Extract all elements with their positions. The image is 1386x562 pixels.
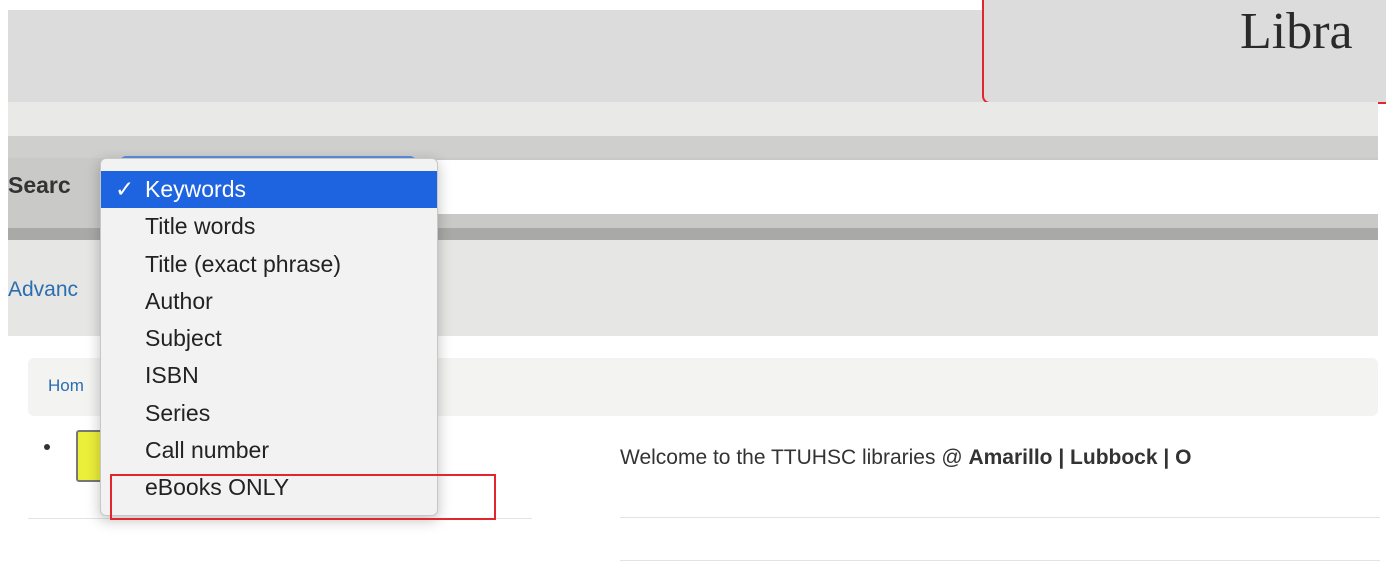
option-label: ISBN	[145, 362, 199, 388]
checkmark-icon: ✓	[115, 176, 135, 202]
search-bar-top	[8, 136, 1378, 158]
option-label: Series	[145, 400, 211, 426]
option-title-words[interactable]: Title words	[101, 208, 437, 245]
location-odessa-link[interactable]: O	[1175, 446, 1191, 469]
option-label: Subject	[145, 325, 222, 351]
divider	[620, 517, 1380, 518]
option-label: Title words	[145, 213, 256, 239]
option-label: Call number	[145, 437, 269, 463]
location-separator: |	[1157, 446, 1176, 469]
option-keywords[interactable]: ✓ Keywords	[101, 171, 437, 208]
search-label: Searc	[8, 172, 71, 198]
ebooks-highlight-box	[110, 474, 496, 520]
breadcrumb-home-link[interactable]: Hom	[48, 376, 84, 396]
divider	[620, 560, 1380, 561]
list-bullet	[44, 444, 50, 450]
option-author[interactable]: Author	[101, 283, 437, 320]
advanced-search-link[interactable]: Advanc	[8, 278, 78, 302]
location-lubbock-link[interactable]: Lubbock	[1070, 446, 1158, 469]
option-label: Author	[145, 288, 213, 314]
search-type-dropdown[interactable]: ✓ Keywords Title words Title (exact phra…	[100, 158, 438, 516]
option-call-number[interactable]: Call number	[101, 432, 437, 469]
location-amarillo-link[interactable]: Amarillo	[968, 446, 1052, 469]
library-logo[interactable]: Libra	[1240, 6, 1353, 58]
welcome-prefix: Welcome to the TTUHSC libraries @	[620, 446, 969, 469]
nav-band	[8, 102, 1378, 136]
welcome-text: Welcome to the TTUHSC libraries @ Amaril…	[620, 446, 1191, 470]
option-subject[interactable]: Subject	[101, 320, 437, 357]
option-isbn[interactable]: ISBN	[101, 357, 437, 394]
option-label: Title (exact phrase)	[145, 251, 341, 277]
option-title-exact-phrase[interactable]: Title (exact phrase)	[101, 246, 437, 283]
option-label: Keywords	[145, 176, 246, 202]
option-series[interactable]: Series	[101, 395, 437, 432]
location-separator: |	[1052, 446, 1071, 469]
